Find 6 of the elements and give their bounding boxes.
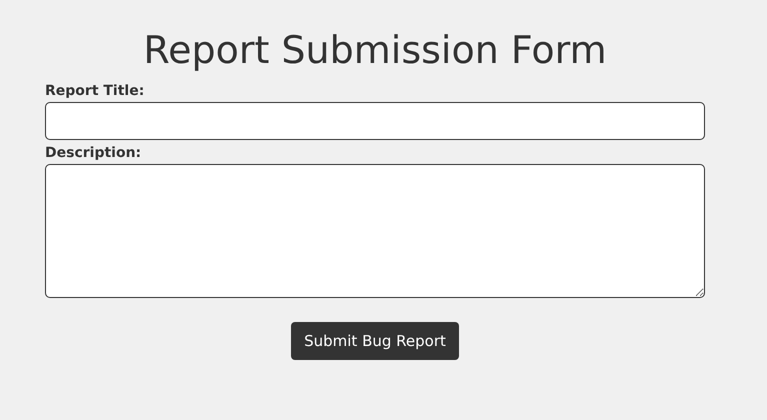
form-title: Report Submission Form <box>142 27 608 74</box>
description-field[interactable] <box>45 164 705 298</box>
submit-button[interactable]: Submit Bug Report <box>291 322 459 360</box>
title-input-field[interactable] <box>45 102 705 140</box>
field-label: Report Title: <box>45 82 144 100</box>
field-label: Description: <box>45 144 142 162</box>
